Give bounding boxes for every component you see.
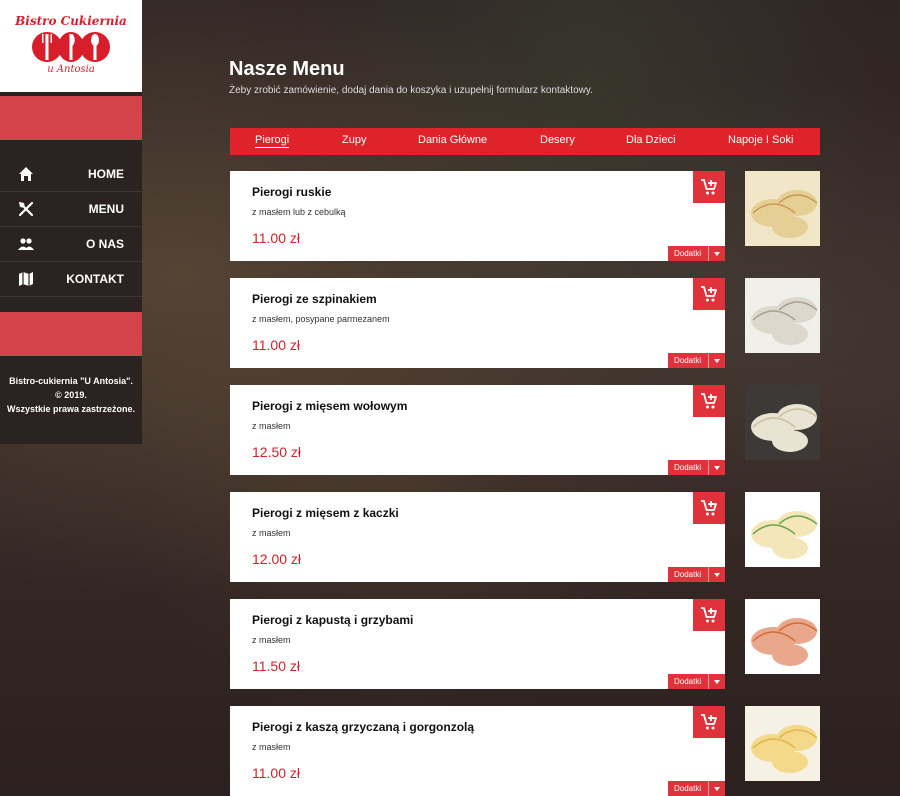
sidebar-accent-bottom: [0, 312, 142, 356]
extras-dropdown[interactable]: Dodatki: [668, 246, 725, 261]
sidebar-item-label: KONTAKT: [66, 272, 124, 286]
extras-dropdown[interactable]: Dodatki: [668, 460, 725, 475]
pierogi-image: [745, 278, 820, 353]
caret-down-icon: [708, 246, 725, 261]
sidebar-accent-top: [0, 96, 142, 140]
add-to-cart-button[interactable]: [693, 492, 725, 524]
item-thumbnail: [745, 492, 820, 567]
footer-line: Wszystkie prawa zastrzeżone.: [6, 404, 136, 414]
item-thumbnail: [745, 171, 820, 246]
pierogi-image: [745, 171, 820, 246]
item-name: Pierogi z mięsem wołowym: [252, 399, 408, 413]
add-to-cart-button[interactable]: [693, 385, 725, 417]
item-thumbnail: [745, 599, 820, 674]
sidebar-item-menu[interactable]: MENU: [0, 192, 142, 227]
caret-down-icon: [708, 674, 725, 689]
item-description: z masłem, posypane parmezanem: [252, 314, 390, 324]
item-price: 12.50 zł: [252, 444, 302, 460]
menu-item-card: Pierogi z kapustą i grzybami z masłem 11.5…: [230, 599, 725, 689]
tab-napoje[interactable]: Napoje I Soki: [728, 134, 793, 146]
item-description: z masłem: [252, 742, 291, 752]
page-subtitle: Żeby zrobić zamówienie, dodaj dania do k…: [229, 85, 593, 96]
add-cart-icon: [701, 607, 717, 623]
footer-line: © 2019.: [55, 390, 87, 400]
extras-label: Dodatki: [674, 463, 702, 472]
extras-label: Dodatki: [674, 784, 702, 793]
add-cart-icon: [701, 179, 717, 195]
pierogi-image: [745, 492, 820, 567]
add-cart-icon: [701, 286, 717, 302]
tab-zupy[interactable]: Zupy: [342, 134, 366, 146]
menu-item-card: Pierogi z mięsem z kaczki z masłem 12.00 z…: [230, 492, 725, 582]
add-cart-icon: [701, 393, 717, 409]
add-to-cart-button[interactable]: [693, 599, 725, 631]
item-price: 11.00 zł: [252, 337, 300, 353]
pierogi-image: [745, 706, 820, 781]
item-description: z masłem: [252, 421, 291, 431]
add-to-cart-button[interactable]: [693, 706, 725, 738]
logo-subtitle: u Antosia: [47, 64, 95, 75]
map-icon: [19, 272, 33, 286]
item-name: Pierogi z mięsem z kaczki: [252, 506, 399, 520]
logo-title: Bistro Cukiernia: [15, 14, 127, 28]
extras-label: Dodatki: [674, 677, 702, 686]
menu-item-card: Pierogi ruskie z masłem lub z cebulką 11.0…: [230, 171, 725, 261]
page-title: Nasze Menu: [229, 58, 345, 80]
home-icon: [19, 167, 33, 181]
sidebar-item-home[interactable]: HOME: [0, 157, 142, 192]
cutlery-logo-icon: [32, 32, 110, 62]
caret-down-icon: [708, 460, 725, 475]
item-name: Pierogi z kapustą i grzybami: [252, 613, 414, 627]
item-name: Pierogi ruskie: [252, 185, 332, 199]
caret-down-icon: [708, 567, 725, 582]
footer-line: Bistro-cukiernia "U Antosia".: [9, 376, 133, 386]
sidebar-item-label: MENU: [88, 202, 124, 216]
sidebar: Bistro Cukiernia u Antosia HOME MENU O N…: [0, 0, 142, 444]
extras-label: Dodatki: [674, 356, 702, 365]
people-icon: [18, 238, 34, 250]
caret-down-icon: [708, 781, 725, 796]
item-thumbnail: [745, 706, 820, 781]
add-to-cart-button[interactable]: [693, 278, 725, 310]
item-thumbnail: [745, 278, 820, 353]
pierogi-image: [745, 599, 820, 674]
extras-dropdown[interactable]: Dodatki: [668, 781, 725, 796]
item-description: z masłem lub z cebulką: [252, 207, 346, 217]
add-cart-icon: [701, 500, 717, 516]
pierogi-image: [745, 385, 820, 460]
item-description: z masłem: [252, 635, 291, 645]
item-price: 11.50 zł: [252, 658, 300, 674]
item-price: 11.00 zł: [252, 230, 300, 246]
menu-item-card: Pierogi ze szpinakiem z masłem, posypane …: [230, 278, 725, 368]
menu-item-card: Pierogi z mięsem wołowym z masłem 12.50 zł…: [230, 385, 725, 475]
tab-dla-dzieci[interactable]: Dla Dzieci: [626, 134, 676, 146]
category-tabs: Pierogi Zupy Dania Główne Desery Dla Dzi…: [230, 128, 820, 155]
sidebar-item-label: HOME: [88, 167, 124, 181]
caret-down-icon: [708, 353, 725, 368]
sidebar-item-label: O NAS: [85, 237, 124, 251]
extras-label: Dodatki: [674, 249, 702, 258]
sidebar-nav: HOME MENU O NAS KONTAKT: [0, 157, 142, 297]
item-name: Pierogi z kaszą grzyczaną i gorgonzolą: [252, 720, 475, 734]
item-price: 11.00 zł: [252, 765, 300, 781]
item-price: 12.00 zł: [252, 551, 302, 567]
sidebar-item-contact[interactable]: KONTAKT: [0, 262, 142, 297]
sidebar-footer: Bistro-cukiernia "U Antosia". © 2019. Ws…: [0, 374, 142, 416]
item-description: z masłem: [252, 528, 291, 538]
utensils-icon: [18, 201, 34, 217]
logo[interactable]: Bistro Cukiernia u Antosia: [0, 0, 142, 92]
sidebar-item-about[interactable]: O NAS: [0, 227, 142, 262]
tab-desery[interactable]: Desery: [540, 134, 575, 146]
item-thumbnail: [745, 385, 820, 460]
tab-dania-glowne[interactable]: Dania Główne: [418, 134, 487, 146]
menu-item-card: Pierogi z kaszą grzyczaną i gorgonzolą z …: [230, 706, 725, 796]
add-cart-icon: [701, 714, 717, 730]
extras-dropdown[interactable]: Dodatki: [668, 567, 725, 582]
extras-dropdown[interactable]: Dodatki: [668, 674, 725, 689]
extras-label: Dodatki: [674, 570, 702, 579]
item-name: Pierogi ze szpinakiem: [252, 292, 377, 306]
add-to-cart-button[interactable]: [693, 171, 725, 203]
extras-dropdown[interactable]: Dodatki: [668, 353, 725, 368]
tab-pierogi[interactable]: Pierogi: [255, 134, 290, 148]
